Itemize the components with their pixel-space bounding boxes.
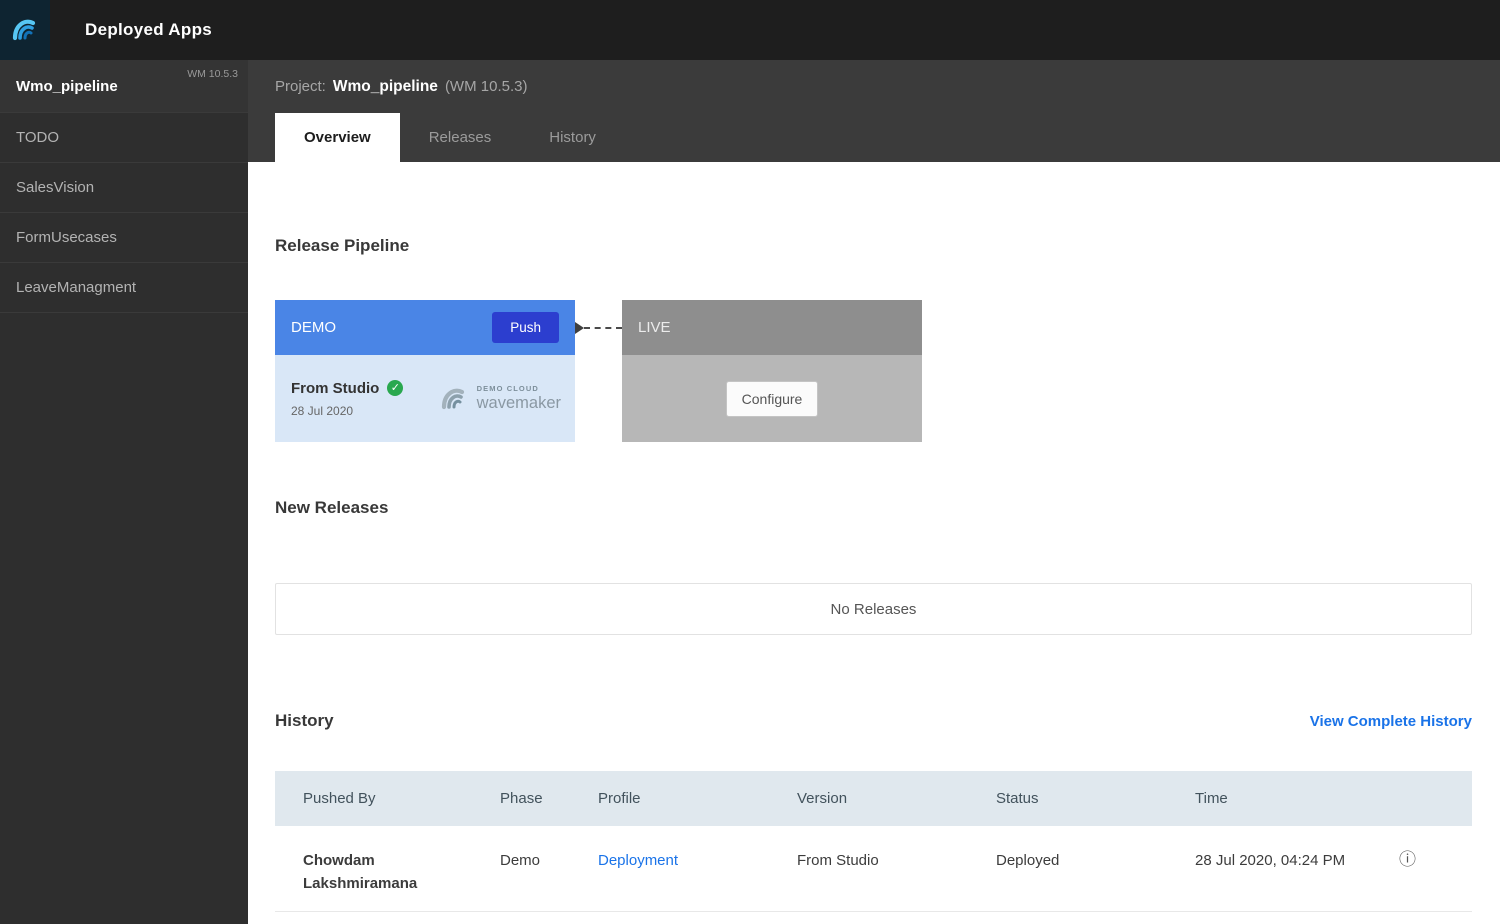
sidebar-item-label: LeaveManagment bbox=[16, 279, 136, 296]
project-version: (WM 10.5.3) bbox=[445, 78, 528, 95]
configure-button[interactable]: Configure bbox=[726, 381, 819, 417]
success-check-icon: ✓ bbox=[387, 380, 403, 396]
arrow-right-icon bbox=[575, 322, 584, 334]
table-row: Chowdam Lakshmiramana Demo Deployment Fr… bbox=[275, 826, 1472, 912]
cell-version: From Studio bbox=[797, 826, 996, 912]
deployment-profile-link[interactable]: Deployment bbox=[598, 852, 678, 869]
no-releases-box: No Releases bbox=[275, 583, 1472, 635]
demo-source-label: From Studio bbox=[291, 380, 379, 397]
release-pipeline-heading: Release Pipeline bbox=[275, 236, 1472, 256]
no-releases-text: No Releases bbox=[831, 601, 917, 618]
cell-pushed-by: Chowdam Lakshmiramana bbox=[275, 826, 500, 912]
column-phase: Phase bbox=[500, 771, 598, 826]
project-name: Wmo_pipeline bbox=[333, 78, 438, 96]
history-heading: History bbox=[275, 711, 334, 731]
app-root: Deployed Apps WM 10.5.3 Wmo_pipeline TOD… bbox=[0, 0, 1500, 924]
page-title: Deployed Apps bbox=[85, 20, 212, 40]
sidebar-item-leavemanagment[interactable]: LeaveManagment bbox=[0, 263, 248, 313]
column-status: Status bbox=[996, 771, 1195, 826]
push-button[interactable]: Push bbox=[492, 312, 559, 343]
project-header: Project: Wmo_pipeline (WM 10.5.3) bbox=[248, 60, 1500, 113]
demo-stage-header: DEMO Push bbox=[275, 300, 575, 355]
info-icon[interactable]: ⓘ bbox=[1399, 850, 1416, 869]
sidebar-item-label: TODO bbox=[16, 129, 59, 146]
sidebar-item-formusecases[interactable]: FormUsecases bbox=[0, 213, 248, 263]
pipeline-connector bbox=[575, 300, 622, 355]
wavemaker-logo-button[interactable] bbox=[0, 0, 50, 60]
demo-stage-body: From Studio ✓ 28 Jul 2020 bbox=[275, 355, 575, 442]
view-complete-history-link[interactable]: View Complete History bbox=[1310, 713, 1472, 730]
demo-cloud-logo-top-text: DEMO CLOUD bbox=[477, 384, 561, 393]
history-table: Pushed By Phase Profile Version Status T… bbox=[275, 771, 1472, 912]
wavemaker-wave-icon-gray bbox=[437, 384, 471, 414]
tab-bar: Overview Releases History bbox=[248, 113, 1500, 162]
sidebar-item-wmo-pipeline[interactable]: WM 10.5.3 Wmo_pipeline bbox=[0, 60, 248, 113]
demo-stage-name: DEMO bbox=[291, 319, 336, 336]
cell-time: 28 Jul 2020, 04:24 PM bbox=[1195, 826, 1365, 912]
demo-deploy-date: 28 Jul 2020 bbox=[291, 404, 403, 418]
overview-content: Release Pipeline DEMO Push From Studio ✓ bbox=[248, 162, 1500, 924]
history-section-header: History View Complete History bbox=[275, 711, 1472, 731]
tab-overview[interactable]: Overview bbox=[275, 113, 400, 162]
dashed-connector-line bbox=[584, 327, 622, 329]
sidebar-item-label: SalesVision bbox=[16, 179, 94, 196]
new-releases-heading: New Releases bbox=[275, 498, 1472, 518]
live-stage-body: Configure bbox=[622, 355, 922, 442]
sidebar-item-salesvision[interactable]: SalesVision bbox=[0, 163, 248, 213]
column-profile: Profile bbox=[598, 771, 797, 826]
project-label: Project: bbox=[275, 78, 326, 95]
live-stage-header: LIVE bbox=[622, 300, 922, 355]
cell-status: Deployed bbox=[996, 826, 1195, 912]
sidebar-item-todo[interactable]: TODO bbox=[0, 113, 248, 163]
cell-phase: Demo bbox=[500, 826, 598, 912]
release-pipeline: DEMO Push From Studio ✓ 28 Jul 2020 bbox=[275, 300, 1472, 442]
tab-releases[interactable]: Releases bbox=[400, 113, 521, 162]
demo-cloud-logo: DEMO CLOUD wavemaker bbox=[437, 384, 561, 414]
main-panel: Project: Wmo_pipeline (WM 10.5.3) Overvi… bbox=[248, 60, 1500, 924]
sidebar-item-label: Wmo_pipeline bbox=[16, 78, 118, 95]
live-stage-card: LIVE Configure bbox=[622, 300, 922, 442]
demo-cloud-logo-bottom-text: wavemaker bbox=[477, 394, 561, 413]
history-table-header-row: Pushed By Phase Profile Version Status T… bbox=[275, 771, 1472, 826]
tab-history[interactable]: History bbox=[520, 113, 625, 162]
sidebar: WM 10.5.3 Wmo_pipeline TODO SalesVision … bbox=[0, 60, 248, 924]
topbar: Deployed Apps bbox=[0, 0, 1500, 60]
column-actions bbox=[1365, 771, 1472, 826]
column-version: Version bbox=[797, 771, 996, 826]
column-pushed-by: Pushed By bbox=[275, 771, 500, 826]
wavemaker-wave-icon bbox=[10, 15, 40, 45]
demo-stage-card: DEMO Push From Studio ✓ 28 Jul 2020 bbox=[275, 300, 575, 442]
sidebar-item-version-badge: WM 10.5.3 bbox=[187, 68, 238, 80]
sidebar-item-label: FormUsecases bbox=[16, 229, 117, 246]
live-stage-name: LIVE bbox=[638, 319, 671, 336]
column-time: Time bbox=[1195, 771, 1365, 826]
